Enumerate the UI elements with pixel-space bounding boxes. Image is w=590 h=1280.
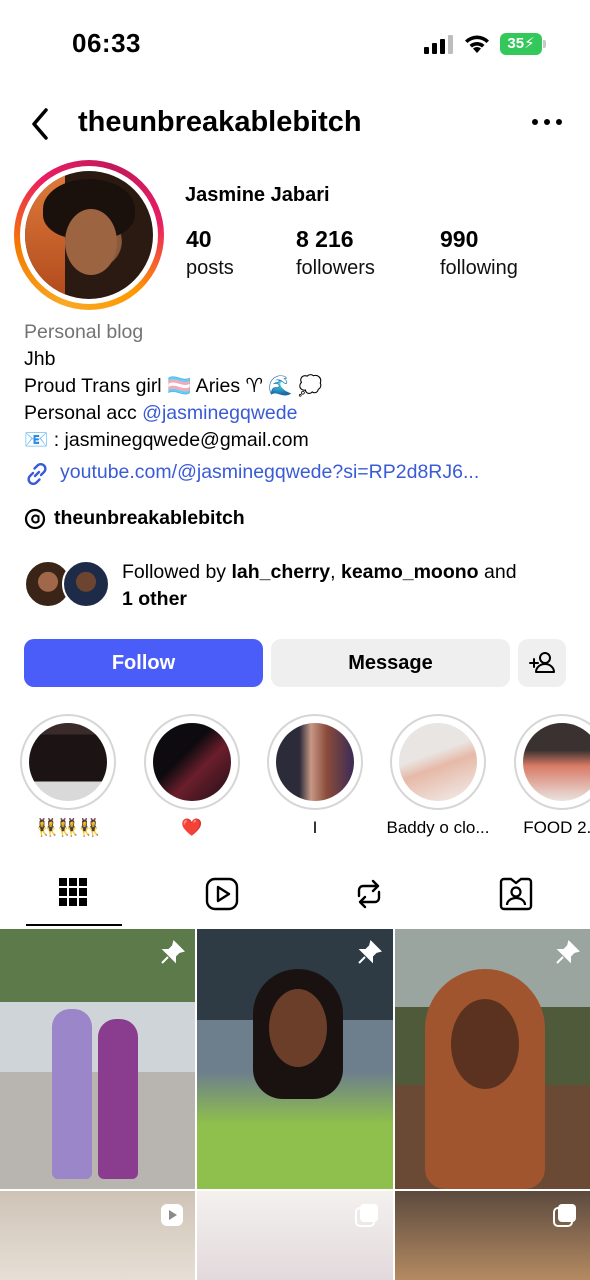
- followed-by-others: 1 other: [122, 588, 188, 610]
- active-tab-indicator: [26, 924, 122, 926]
- story-highlight[interactable]: ❤️: [144, 714, 240, 838]
- bio-category: Personal blog: [24, 321, 144, 343]
- highlight-cover: [29, 723, 107, 801]
- follow-button[interactable]: Follow: [24, 639, 263, 687]
- status-time: 06:33: [72, 28, 141, 58]
- tab-reels[interactable]: [147, 862, 294, 928]
- posts-count: 40: [186, 226, 212, 252]
- bio: Personal blog Jhb Proud Trans girl 🏳️‍⚧️…: [24, 319, 584, 454]
- battery-indicator: 35⚡: [500, 33, 546, 55]
- bio-mention-link[interactable]: @jasminegqwede: [142, 402, 297, 424]
- bio-personal-acc-label: Personal acc: [24, 402, 143, 424]
- profile-tabs: [0, 862, 590, 928]
- status-bar: 06:33 35⚡: [0, 0, 590, 90]
- following-stat[interactable]: 990 following: [440, 226, 518, 280]
- link-icon: [27, 462, 47, 486]
- back-chevron-icon[interactable]: [26, 104, 56, 144]
- story-highlight[interactable]: Baddy o clo...: [386, 714, 490, 838]
- add-user-icon: [529, 652, 555, 673]
- followers-stat[interactable]: 8 216 followers: [296, 226, 375, 280]
- highlight-cover: [399, 723, 477, 801]
- followed-by-user-1: lah_cherry: [231, 561, 331, 583]
- bio-link-text: youtube.com/@jasminegqwede?si=RP2d8RJ6..…: [60, 461, 480, 483]
- tab-posts-grid[interactable]: [0, 862, 147, 928]
- bio-line-identity: Proud Trans girl 🏳️‍⚧️ Aries ♈ 🌊 💭: [24, 375, 323, 397]
- story-ring[interactable]: [14, 160, 164, 310]
- battery-level: 35: [507, 35, 525, 52]
- threads-icon: [24, 508, 46, 530]
- post-thumbnail[interactable]: [197, 1191, 393, 1280]
- highlight-cover: [523, 723, 590, 801]
- posts-label: posts: [186, 257, 234, 279]
- bio-external-link[interactable]: youtube.com/@jasminegqwede?si=RP2d8RJ6..…: [24, 459, 584, 489]
- highlight-cover: [276, 723, 354, 801]
- highlight-label: ❤️: [181, 818, 203, 837]
- reels-icon: [205, 877, 239, 911]
- tab-reposts[interactable]: [294, 862, 441, 928]
- avatar: [62, 560, 110, 608]
- followed-by-and: and: [478, 561, 517, 583]
- following-label: following: [440, 257, 518, 279]
- post-thumbnail[interactable]: [395, 1191, 590, 1280]
- followed-by-text[interactable]: Followed by lah_cherry, keamo_moono and 1…: [122, 559, 572, 613]
- followed-by-user-2: keamo_moono: [340, 561, 479, 583]
- story-highlight[interactable]: 👯‍♀️👯‍♀️👯‍♀️: [20, 714, 116, 838]
- bio-line-personal-acc: Personal acc @jasminegqwede: [24, 400, 584, 427]
- signal-icon: [424, 34, 454, 54]
- story-highlight[interactable]: FOOD 2...: [514, 714, 590, 838]
- highlight-label: I: [312, 818, 318, 837]
- message-button[interactable]: Message: [271, 639, 510, 687]
- highlight-label: Baddy o clo...: [386, 818, 490, 837]
- following-count: 990: [440, 226, 479, 252]
- highlight-cover: [153, 723, 231, 801]
- bio-line-location: Jhb: [24, 348, 56, 370]
- threads-username: theunbreakablebitch: [54, 507, 245, 529]
- post-thumbnail[interactable]: [0, 1191, 195, 1280]
- followed-by-prefix: Followed by: [122, 561, 232, 583]
- more-dots-icon[interactable]: [532, 116, 564, 128]
- tagged-icon: [499, 877, 533, 911]
- carousel-icon: [355, 1204, 378, 1227]
- add-user-button[interactable]: [518, 639, 566, 687]
- post-thumbnail[interactable]: [395, 929, 590, 1189]
- post-thumbnail[interactable]: [0, 929, 195, 1189]
- pin-icon: [358, 940, 382, 964]
- highlight-label: 👯‍♀️👯‍♀️👯‍♀️: [36, 818, 100, 837]
- page-title: theunbreakablebitch: [78, 106, 362, 138]
- grid-icon: [59, 878, 87, 906]
- posts-grid: [0, 929, 590, 1280]
- followed-by-avatars[interactable]: [24, 560, 114, 610]
- pin-icon: [556, 940, 580, 964]
- profile-header: theunbreakablebitch: [0, 96, 590, 152]
- pin-icon: [161, 940, 185, 964]
- display-name: Jasmine Jabari: [185, 184, 330, 206]
- avatar: [25, 171, 153, 299]
- repost-icon: [357, 879, 381, 909]
- carousel-icon: [553, 1204, 576, 1227]
- followed-by-separator: ,: [330, 561, 341, 583]
- story-highlight[interactable]: I: [267, 714, 363, 838]
- tab-tagged[interactable]: [441, 862, 588, 928]
- wifi-icon: [465, 35, 489, 53]
- posts-stat[interactable]: 40 posts: [186, 226, 234, 280]
- followers-count: 8 216: [296, 226, 354, 252]
- bio-line-email: 📧 : jasminegqwede@gmail.com: [24, 429, 309, 451]
- followers-label: followers: [296, 257, 375, 279]
- reels-icon: [161, 1204, 183, 1226]
- post-thumbnail[interactable]: [197, 929, 393, 1189]
- highlight-label: FOOD 2...: [523, 818, 590, 837]
